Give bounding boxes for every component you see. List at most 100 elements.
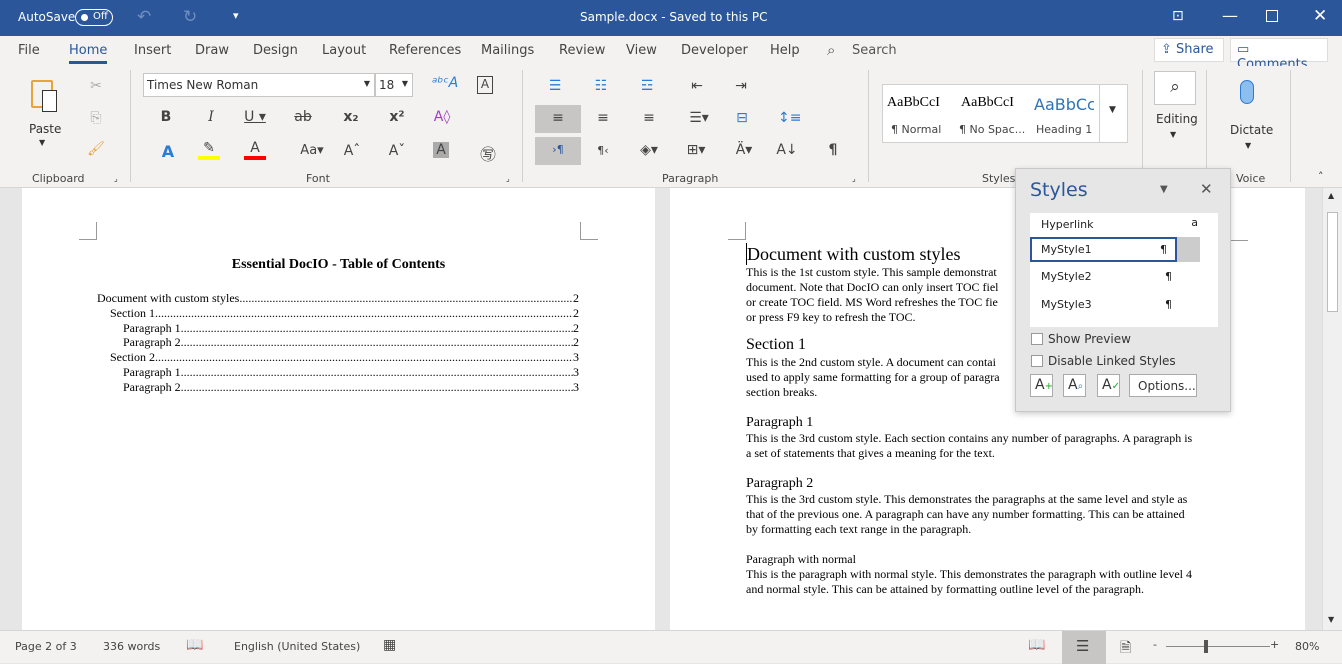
rtl-icon[interactable]: ¶‹ [592,144,614,157]
page-count[interactable]: Page 2 of 3 [15,640,77,653]
toc-entry[interactable]: Document with custom styles 2 [97,291,579,306]
increase-indent-icon[interactable]: ⇥ [730,78,752,94]
strikethrough-icon[interactable]: ab [292,109,314,125]
align-right-icon[interactable]: ≡ [638,110,660,126]
line-spacing-icon[interactable]: ↕≡ [778,110,801,126]
close-pane-icon[interactable]: ✕ [1200,180,1213,198]
paste-button[interactable]: Paste [29,122,61,136]
disable-linked-styles-checkbox[interactable] [1031,355,1043,367]
underline-icon[interactable]: U ▾ [244,109,266,125]
redo-icon[interactable]: ↻ [183,7,197,27]
format-painter-icon[interactable]: 🖌 [85,141,107,157]
show-formatting-icon[interactable]: ¶ [822,142,844,158]
tab-design[interactable]: Design [253,43,298,58]
style-item-mystyle3[interactable]: MyStyle3 ¶ [1030,293,1202,317]
justify-icon[interactable]: ☰▾ [688,110,710,126]
page-left[interactable]: Essential DocIO - Table of Contents Docu… [22,188,655,630]
decrease-indent-icon[interactable]: ⇤ [686,78,708,94]
accessibility-icon[interactable]: ▦ [383,637,396,653]
print-layout-button[interactable]: ☰ [1062,631,1106,664]
style-heading1-preview[interactable]: AaBbCc [1034,95,1094,114]
sort-icon[interactable]: A↓ [776,142,798,158]
web-layout-icon[interactable]: 🗎 [1120,637,1131,661]
toc-entry[interactable]: Paragraph 2 2 [97,335,579,350]
italic-icon[interactable]: I [200,109,222,125]
tab-references[interactable]: References [389,43,461,58]
text-effects-icon[interactable]: A [157,142,179,161]
grow-font-icon[interactable]: Aˆ [341,143,363,159]
subscript-icon[interactable]: x₂ [340,109,362,125]
ltr-button[interactable]: ›¶ [535,137,581,165]
show-preview-checkbox[interactable] [1031,333,1043,345]
word-count[interactable]: 336 words [103,640,160,653]
tab-developer[interactable]: Developer [681,43,748,58]
style-item-mystyle2[interactable]: MyStyle2 ¶ [1030,265,1202,289]
multilevel-list-icon[interactable]: ☲ [636,78,658,94]
manage-styles-button[interactable]: A✓ [1097,374,1120,397]
superscript-icon[interactable]: x² [386,109,408,125]
scroll-down-icon[interactable]: ▼ [1328,615,1334,624]
share-button[interactable]: ⇪ Share [1154,38,1224,62]
highlight-icon[interactable]: ✎ [198,140,220,160]
dialog-launcher-icon[interactable]: ⌟ [506,174,510,183]
search-icon[interactable]: ⌕ [827,41,835,59]
style-item-hyperlink[interactable]: Hyperlink a [1030,213,1202,237]
search-box[interactable]: Search [852,43,897,58]
proofing-icon[interactable]: 📖 [186,637,203,653]
vertical-scrollbar[interactable]: ▲ ▼ [1322,188,1342,630]
editing-dropdown-icon[interactable]: ▼ [1170,130,1176,139]
asian-layout-icon[interactable]: Ä▾ [733,142,755,158]
scroll-up-icon[interactable]: ▲ [1328,191,1334,200]
font-name-select[interactable]: Times New Roman ▼ [143,73,375,97]
font-size-select[interactable]: 18 ▼ [375,73,413,97]
borders-icon[interactable]: ⊞▾ [685,142,707,158]
bold-icon[interactable]: B [155,109,177,125]
dictate-button[interactable]: Dictate [1230,123,1273,137]
font-color-icon[interactable]: A [244,140,266,160]
style-no-spacing[interactable]: ¶ No Spac... [959,123,1025,136]
align-center-icon[interactable]: ≡ [592,110,614,126]
character-border-icon[interactable]: A [477,76,493,94]
zoom-slider-thumb[interactable] [1204,640,1209,653]
numbering-icon[interactable]: ☷ [590,78,612,94]
ribbon-display-icon[interactable]: ⊡ [1172,8,1184,24]
minimize-icon[interactable]: — [1222,6,1238,25]
cut-icon[interactable]: ✂ [85,78,107,94]
shading-icon[interactable]: ◈▾ [638,142,660,158]
scrollbar-thumb[interactable] [1327,212,1338,312]
clear-formatting-icon[interactable]: A◊ [431,109,453,125]
close-icon[interactable]: ✕ [1313,6,1327,26]
tab-help[interactable]: Help [770,43,800,58]
tab-view[interactable]: View [626,43,657,58]
toc-entry[interactable]: Paragraph 1 2 [97,321,579,336]
dialog-launcher-icon[interactable]: ⌟ [852,174,856,183]
tab-insert[interactable]: Insert [134,43,171,58]
align-left-button[interactable]: ≡ [535,105,581,133]
bullets-icon[interactable]: ☰ [544,78,566,94]
microphone-icon[interactable] [1240,80,1254,104]
toc-entry[interactable]: Section 2 3 [97,350,579,365]
zoom-level[interactable]: 80% [1295,640,1319,653]
toc-entry[interactable]: Paragraph 1 3 [97,365,579,380]
dictate-dropdown-icon[interactable]: ▼ [1245,141,1251,150]
change-case-icon[interactable]: Aa▾ [297,143,327,158]
tab-mailings[interactable]: Mailings [481,43,534,58]
tab-draw[interactable]: Draw [195,43,229,58]
paste-dropdown-icon[interactable]: ▼ [39,138,45,147]
copy-icon[interactable]: ⎘ [85,110,107,126]
language[interactable]: English (United States) [234,640,360,653]
tab-layout[interactable]: Layout [322,43,366,58]
undo-icon[interactable]: ↶ [137,7,151,27]
style-item-mystyle1[interactable]: MyStyle1 ¶ [1030,237,1177,262]
enclose-characters-icon[interactable]: ㊢ [477,141,499,165]
collapse-ribbon-icon[interactable]: ˄ [1318,170,1324,183]
toc-entry[interactable]: Paragraph 2 3 [97,380,579,395]
styles-more-button[interactable]: ▼ [1099,85,1128,142]
autosave-toggle[interactable]: Off [75,9,113,26]
read-mode-icon[interactable]: 📖 [1028,637,1045,653]
maximize-icon[interactable] [1266,10,1278,22]
style-normal[interactable]: ¶ Normal [891,123,941,136]
style-normal-preview[interactable]: AaBbCcI [887,95,940,111]
find-icon[interactable]: ⌕ [1154,71,1196,105]
style-heading1[interactable]: Heading 1 [1036,123,1092,136]
